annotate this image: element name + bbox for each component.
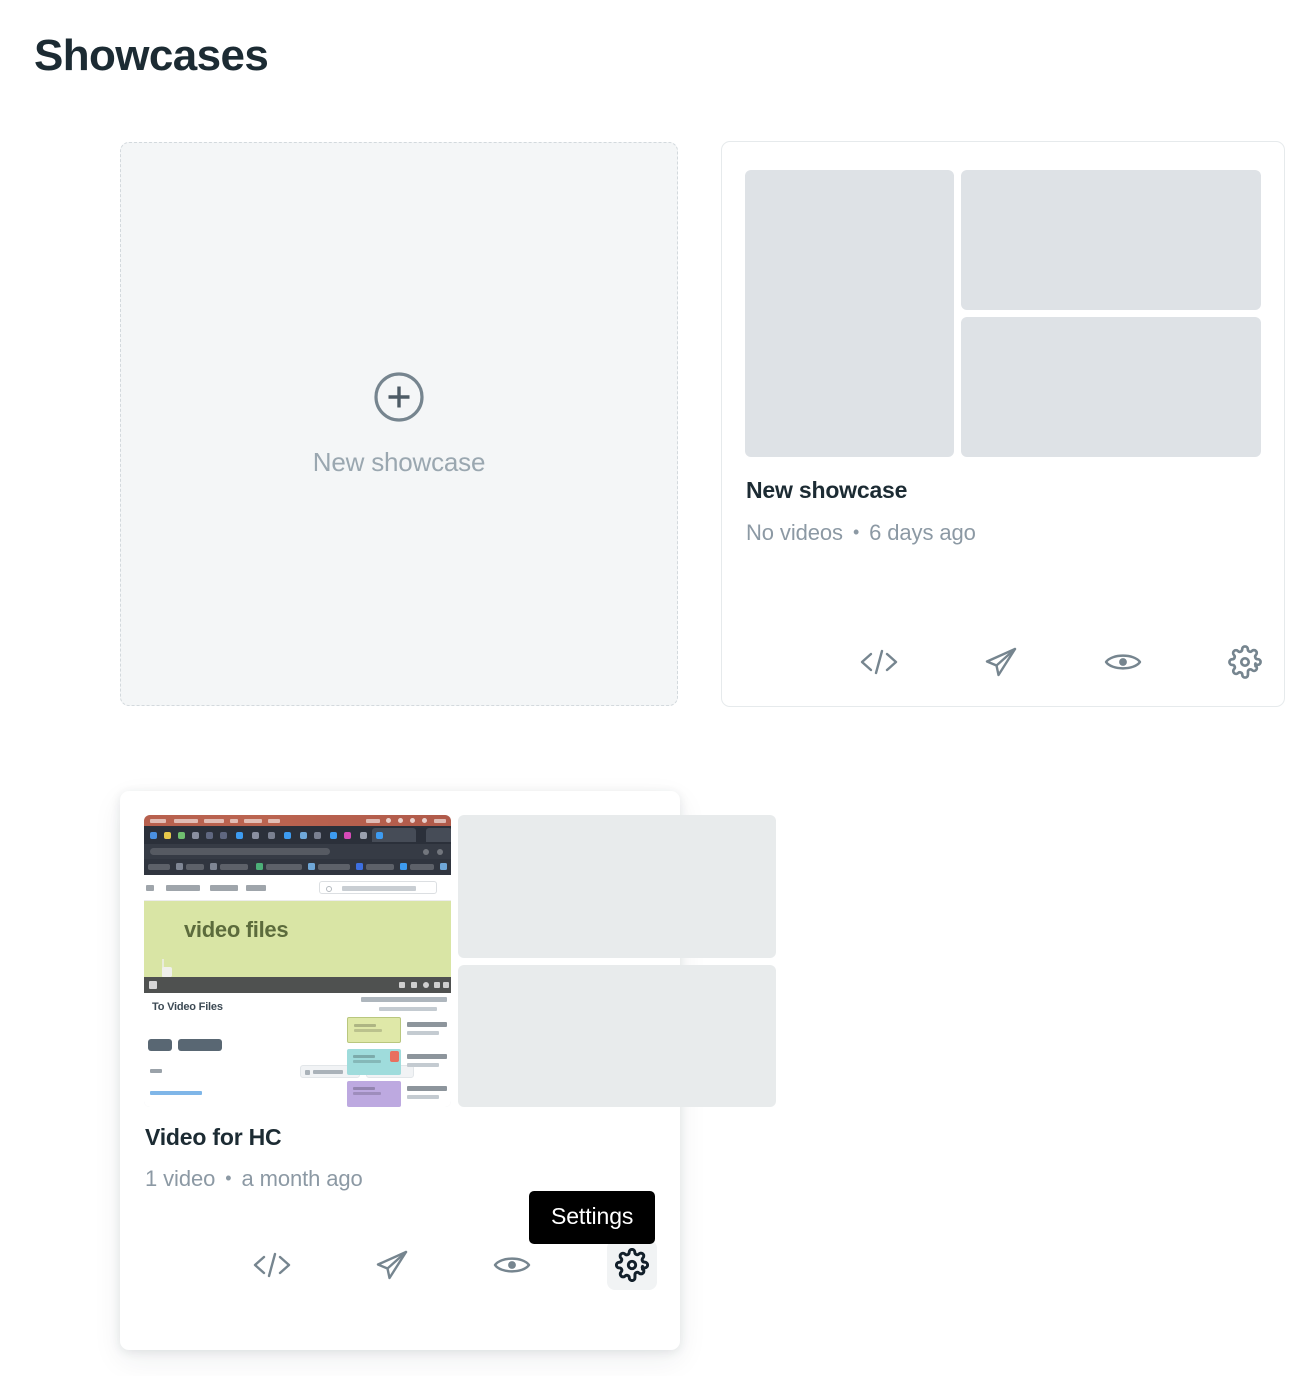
new-showcase-label: New showcase	[312, 446, 486, 477]
showcase-thumbnail-mosaic[interactable]: video files To Video Files	[144, 815, 776, 1107]
embed-code-button[interactable]	[247, 1240, 297, 1290]
embed-code-button[interactable]	[854, 637, 904, 687]
settings-button[interactable]	[607, 1240, 657, 1290]
browser-tab-strip	[144, 826, 451, 844]
settings-tooltip: Settings	[529, 1191, 656, 1244]
share-icon	[983, 645, 1019, 679]
share-icon	[374, 1248, 410, 1282]
showcase-thumbnail-mosaic[interactable]	[745, 170, 1261, 457]
showcases-page: Showcases New showcase New showcase No v…	[0, 0, 1310, 1376]
meta-separator: •	[852, 522, 860, 542]
showcase-title: New showcase	[746, 477, 908, 503]
showcase-updated: 6 days ago	[869, 520, 976, 545]
share-button[interactable]	[367, 1240, 417, 1290]
showcase-actions	[247, 1240, 657, 1290]
video-heading-text: video files	[184, 917, 289, 942]
showcase-actions	[854, 637, 1270, 687]
showcase-card-new-showcase[interactable]: New showcase No videos • 6 days ago	[721, 141, 1285, 707]
page-heading-text: To Video Files	[152, 1001, 223, 1013]
showcase-title: Video for HC	[145, 1124, 282, 1150]
preview-eye-icon	[1104, 649, 1142, 675]
showcase-meta: No videos • 6 days ago	[746, 520, 976, 546]
site-navigation-bar	[144, 875, 451, 901]
video-page-body: To Video Files	[144, 993, 451, 1107]
new-showcase-tile[interactable]: New showcase	[120, 142, 678, 706]
thumbnail-placeholder-column	[458, 815, 776, 1107]
share-button[interactable]	[976, 637, 1026, 687]
showcase-video-count: No videos	[746, 520, 843, 545]
preview-button[interactable]	[1098, 637, 1148, 687]
showcase-updated: a month ago	[241, 1166, 363, 1191]
video-player-area: video files	[144, 901, 451, 993]
thumbnail-placeholder-tertiary	[961, 317, 1261, 457]
thumbnail-placeholder-column	[961, 170, 1261, 457]
showcase-video-count: 1 video	[145, 1166, 216, 1191]
preview-button[interactable]	[487, 1240, 537, 1290]
video-player-controls	[144, 977, 451, 993]
embed-code-icon	[251, 1249, 293, 1281]
browser-address-bar	[144, 844, 451, 859]
thumbnail-placeholder-secondary	[961, 170, 1261, 310]
thumbnail-placeholder-secondary	[458, 815, 776, 958]
meta-separator: •	[225, 1168, 232, 1188]
settings-gear-icon	[1228, 645, 1262, 679]
thumbnail-placeholder-tertiary	[458, 964, 776, 1107]
embed-code-icon	[858, 646, 900, 678]
thumbnail-placeholder-main	[745, 170, 954, 457]
browser-menubar	[144, 815, 451, 826]
preview-eye-icon	[493, 1252, 531, 1278]
settings-button[interactable]	[1220, 637, 1270, 687]
thumbnail-screenshot: video files To Video Files	[144, 815, 451, 1107]
browser-bookmarks-bar	[144, 859, 451, 875]
settings-gear-icon	[615, 1248, 649, 1282]
plus-circle-icon	[373, 371, 425, 423]
showcase-meta: 1 video • a month ago	[145, 1166, 363, 1192]
showcases-grid: New showcase New showcase No videos • 6 da…	[0, 0, 1310, 1376]
showcase-card-video-hc[interactable]: video files To Video Files Video for HC …	[120, 791, 776, 1350]
